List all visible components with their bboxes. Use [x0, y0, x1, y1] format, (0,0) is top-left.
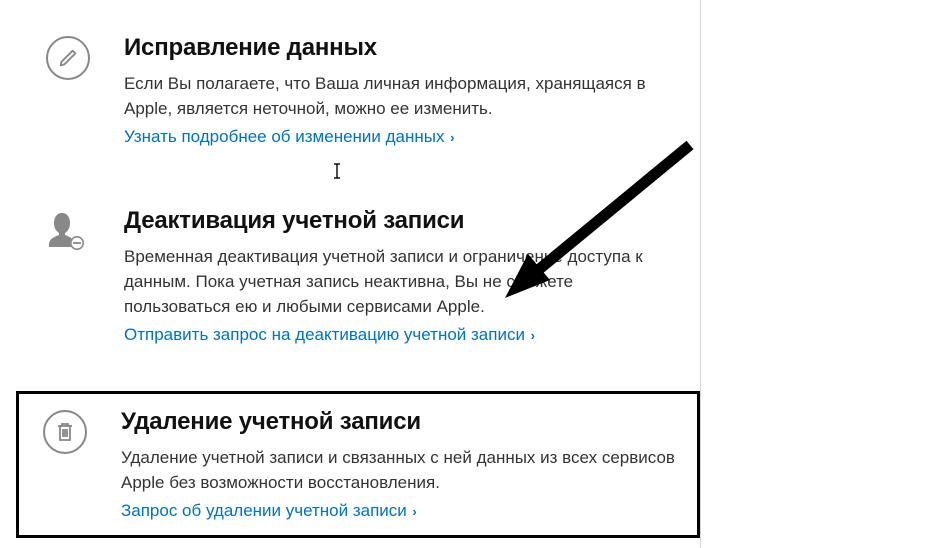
section-content: Исправление данных Если Вы полагаете, чт…	[104, 34, 684, 147]
section-description: Если Вы полагаете, что Ваша личная инфор…	[124, 72, 684, 121]
section-correct-data: Исправление данных Если Вы полагаете, чт…	[40, 20, 700, 161]
right-divider	[700, 0, 701, 548]
chevron-right-icon: ›	[447, 130, 455, 145]
chevron-right-icon: ›	[409, 504, 417, 519]
section-content: Деактивация учетной записи Временная деа…	[104, 207, 684, 345]
person-minus-icon	[46, 209, 86, 256]
trash-icon	[43, 410, 87, 454]
section-content: Удаление учетной записи Удаление учетной…	[101, 408, 681, 521]
section-title: Удаление учетной записи	[121, 408, 681, 436]
section-deactivate: Деактивация учетной записи Временная деа…	[40, 193, 700, 359]
delete-request-link[interactable]: Запрос об удалении учетной записи ›	[121, 501, 417, 521]
settings-panel: Исправление данных Если Вы полагаете, чт…	[0, 0, 700, 538]
pencil-icon	[46, 36, 90, 80]
link-text: Отправить запрос на деактивацию учетной …	[124, 325, 525, 344]
icon-wrap	[46, 34, 104, 80]
link-text: Узнать подробнее об изменении данных	[124, 127, 445, 146]
section-delete: Удаление учетной записи Удаление учетной…	[16, 391, 700, 538]
section-title: Деактивация учетной записи	[124, 207, 684, 235]
chevron-right-icon: ›	[527, 328, 535, 343]
link-text: Запрос об удалении учетной записи	[121, 501, 407, 520]
learn-more-link[interactable]: Узнать подробнее об изменении данных ›	[124, 127, 454, 147]
section-title: Исправление данных	[124, 34, 684, 62]
deactivate-request-link[interactable]: Отправить запрос на деактивацию учетной …	[124, 325, 535, 345]
section-description: Удаление учетной записи и связанных с не…	[121, 446, 681, 495]
section-description: Временная деактивация учетной записи и о…	[124, 245, 684, 319]
icon-wrap	[43, 408, 101, 454]
icon-wrap	[46, 207, 104, 256]
